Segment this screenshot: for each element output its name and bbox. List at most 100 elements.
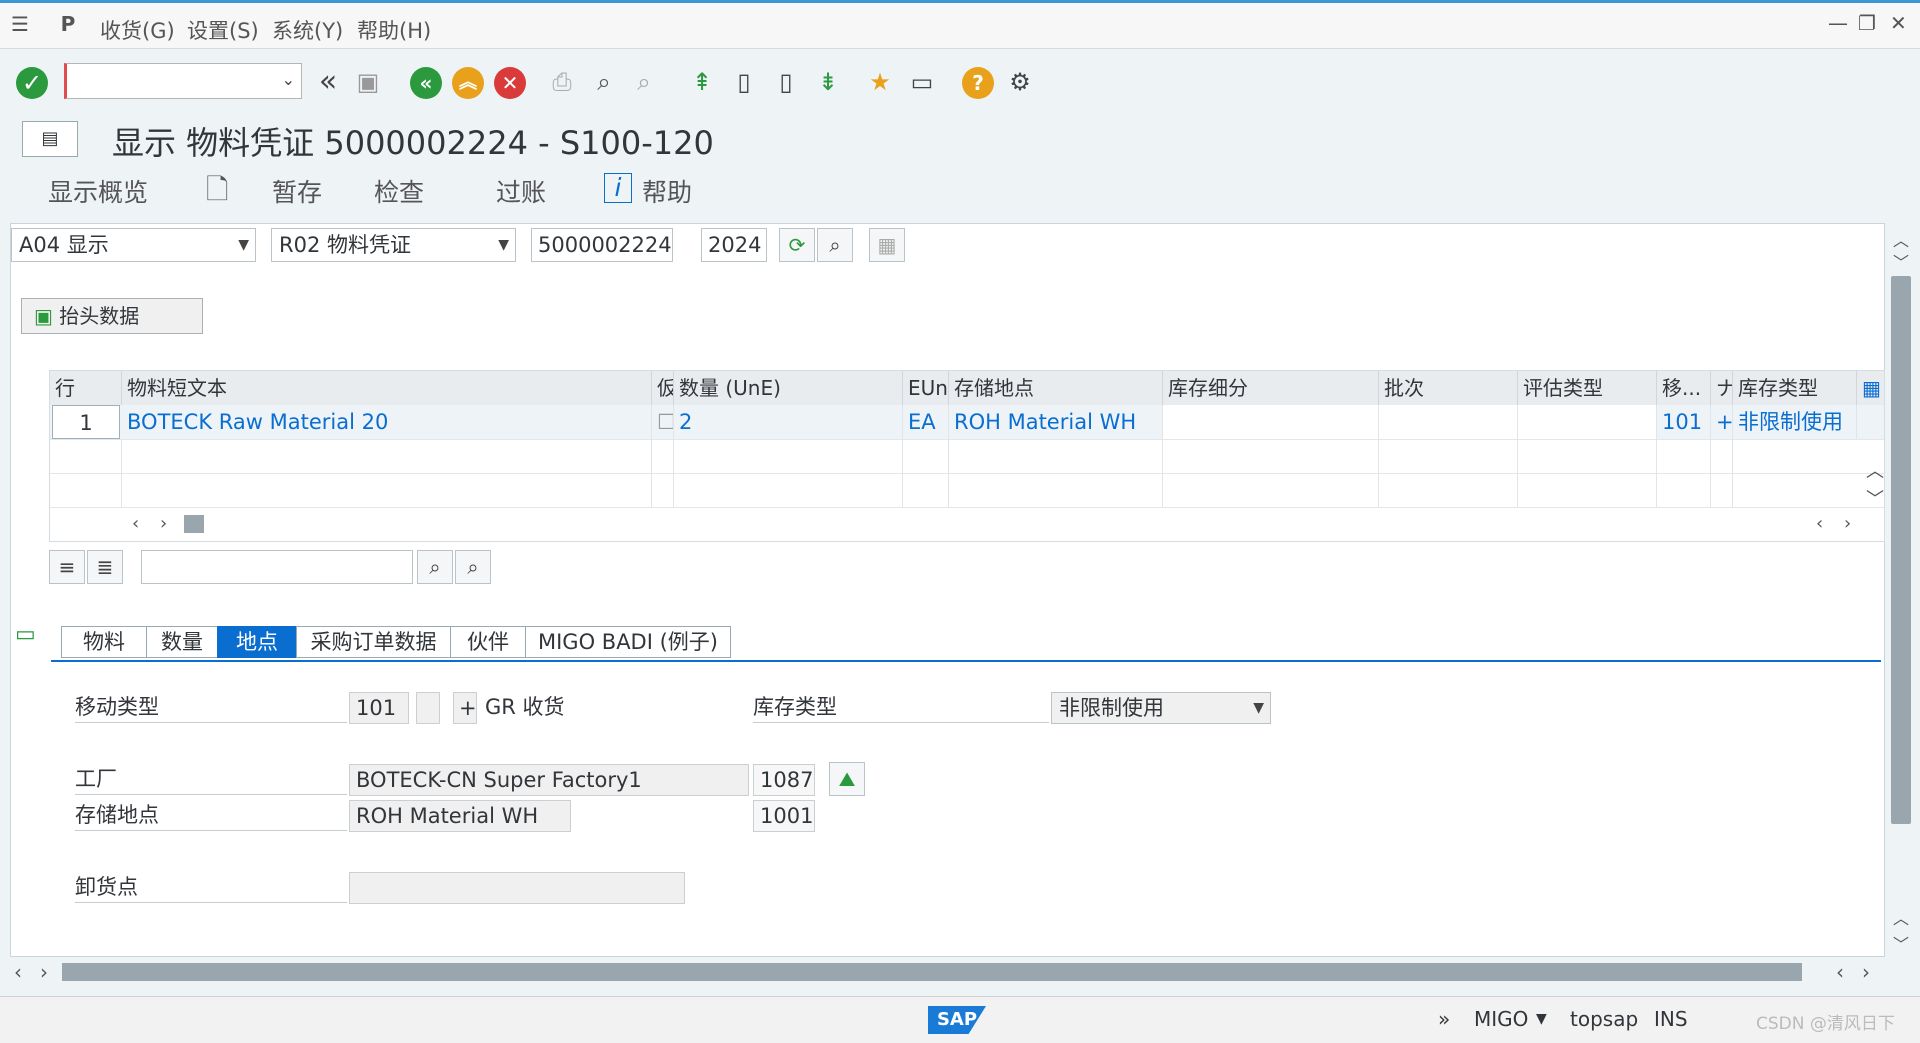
deselect-all-icon[interactable]: ≣ xyxy=(87,550,123,584)
find-next-icon[interactable]: ⌕ xyxy=(628,66,660,98)
row-checkbox[interactable]: ☐ xyxy=(652,405,674,439)
row-unit[interactable]: EA xyxy=(903,405,949,439)
tab-quantity[interactable]: 数量 xyxy=(146,626,218,658)
table-row[interactable] xyxy=(50,439,1884,474)
next-page-icon[interactable]: ▯ xyxy=(770,66,802,98)
column-header[interactable]: 评估类型 xyxy=(1518,371,1657,405)
sap-p-icon[interactable]: P xyxy=(56,13,80,35)
menu-icon[interactable]: ☰ xyxy=(8,13,32,35)
display-overview-button[interactable]: 显示概览 xyxy=(48,173,148,209)
scroll-down-icon[interactable]: ﹀ xyxy=(1893,931,1909,955)
scroll-left-icon[interactable]: ‹ xyxy=(1836,960,1844,984)
horizontal-scroll-thumb[interactable] xyxy=(62,963,1802,981)
tab-material[interactable]: 物料 xyxy=(61,626,147,658)
scroll-up-icon[interactable]: ︿ xyxy=(1866,457,1884,483)
column-header[interactable]: 物料短文本 xyxy=(122,371,652,405)
bookmark-icon[interactable]: ★ xyxy=(864,66,896,98)
close-window-icon[interactable]: ✕ xyxy=(1890,11,1907,35)
minimize-icon[interactable]: — xyxy=(1828,11,1848,35)
row-valuation-type[interactable] xyxy=(1518,405,1657,439)
column-header[interactable]: ナ xyxy=(1711,371,1733,405)
restore-icon[interactable]: ❐ xyxy=(1858,11,1876,35)
column-header[interactable]: 仮 xyxy=(652,371,674,405)
row-sign[interactable]: + xyxy=(1711,405,1733,439)
column-header[interactable]: 数量 (UnE) xyxy=(674,371,903,405)
row-batch[interactable] xyxy=(1379,405,1518,439)
scroll-left-icon[interactable]: ‹ xyxy=(132,513,139,534)
column-header[interactable]: 库存类型 xyxy=(1733,371,1857,405)
column-header[interactable]: 存储地点 xyxy=(949,371,1163,405)
year-input[interactable]: 2024 xyxy=(701,228,767,262)
table-row[interactable] xyxy=(50,473,1884,508)
tab-location[interactable]: 地点 xyxy=(217,626,297,658)
action-select[interactable]: A04 显示 ▼ xyxy=(11,228,256,262)
check-button[interactable]: 检查 xyxy=(374,173,424,209)
reference-select[interactable]: R02 物料凭证 ▼ xyxy=(271,228,516,262)
scroll-right-icon[interactable]: › xyxy=(40,960,48,984)
help-button[interactable]: 帮助 xyxy=(642,173,692,209)
insert-mode[interactable]: INS xyxy=(1654,1007,1688,1031)
scroll-left-icon[interactable]: ‹ xyxy=(1816,513,1823,534)
collapse-double-left-icon[interactable]: « xyxy=(312,66,344,98)
status-expand-icon[interactable]: » xyxy=(1438,1007,1450,1031)
last-page-icon[interactable]: ⇟ xyxy=(812,66,844,98)
scroll-right-icon[interactable]: › xyxy=(1844,513,1851,534)
menu-system[interactable]: 系统(Y) xyxy=(272,15,343,45)
tab-purchase-order-data[interactable]: 采购订单数据 xyxy=(296,626,451,658)
document-number-input[interactable]: 5000002224 xyxy=(531,228,673,262)
row-movement-type[interactable]: 101 xyxy=(1657,405,1711,439)
scroll-up-icon[interactable]: ︿ xyxy=(1893,905,1909,929)
post-button[interactable]: 过账 xyxy=(496,173,546,209)
horizontal-scrollbar[interactable]: ‹ › ‹ › xyxy=(10,958,1883,986)
table-row[interactable]: 1 BOTECK Raw Material 20 ☐ 2 EA ROH Mate… xyxy=(50,405,1884,440)
find-icon[interactable]: ⌕ xyxy=(588,66,620,98)
command-field[interactable]: ⌄ xyxy=(64,63,302,99)
first-page-icon[interactable]: ⇞ xyxy=(686,66,718,98)
column-header[interactable]: 行 xyxy=(50,371,122,405)
scroll-down-icon[interactable]: ﹀ xyxy=(1893,249,1909,273)
help-question-icon[interactable]: ? xyxy=(962,67,994,99)
save-icon[interactable]: ▣ xyxy=(352,66,384,98)
menu-goods-receipt[interactable]: 收货(G) xyxy=(100,15,175,45)
menu-toggle-icon[interactable]: ▤ xyxy=(22,121,78,157)
find-icon[interactable]: ⌕ xyxy=(417,550,453,584)
stock-type-select[interactable]: 非限制使用 ▼ xyxy=(1051,692,1271,724)
row-stock-segment[interactable] xyxy=(1163,405,1379,439)
column-header[interactable]: EUn xyxy=(903,371,949,405)
table-config-icon[interactable]: ▦ xyxy=(1857,371,1884,405)
menu-settings[interactable]: 设置(S) xyxy=(187,15,259,45)
back-icon[interactable]: « xyxy=(410,67,442,99)
transaction-code[interactable]: MIGO xyxy=(1474,1007,1528,1031)
chevron-down-icon[interactable]: ▼ xyxy=(1536,1011,1547,1027)
row-material-text[interactable]: BOTECK Raw Material 20 xyxy=(122,405,652,439)
row-storage-location[interactable]: ROH Material WH xyxy=(949,405,1163,439)
exit-icon[interactable]: ︽ xyxy=(452,67,484,99)
header-data-button[interactable]: ▣ 抬头数据 xyxy=(21,298,203,334)
find-next-icon[interactable]: ⌕ xyxy=(455,550,491,584)
scroll-right-icon[interactable]: › xyxy=(160,513,167,534)
scroll-left-icon[interactable]: ‹ xyxy=(14,960,22,984)
scroll-right-icon[interactable]: › xyxy=(1862,960,1870,984)
print-icon[interactable]: ⎙ xyxy=(546,66,578,98)
vertical-scroll-thumb[interactable] xyxy=(1891,276,1911,824)
row-stock-type[interactable]: 非限制使用 xyxy=(1733,405,1857,439)
column-header[interactable]: 批次 xyxy=(1379,371,1518,405)
chevron-down-icon[interactable]: ⌄ xyxy=(282,70,295,89)
hold-button[interactable]: 暂存 xyxy=(272,173,322,209)
scroll-up-icon[interactable]: ︿ xyxy=(1893,227,1909,251)
tab-partner[interactable]: 伙伴 xyxy=(450,626,526,658)
find-icon[interactable]: ⌕ xyxy=(817,228,853,262)
menu-help[interactable]: 帮助(H) xyxy=(357,15,431,45)
enter-check-icon[interactable]: ✓ xyxy=(16,67,48,99)
previous-page-icon[interactable]: ▯ xyxy=(728,66,760,98)
horizontal-scroll-thumb[interactable] xyxy=(184,515,204,533)
scroll-down-icon[interactable]: ﹀ xyxy=(1866,485,1884,511)
tab-migo-badi[interactable]: MIGO BADI (例子) xyxy=(525,626,731,658)
new-session-icon[interactable]: ▭ xyxy=(906,66,938,98)
info-icon[interactable]: i xyxy=(604,173,632,203)
table-search-input[interactable] xyxy=(141,550,413,584)
document-icon[interactable]: 🗋 xyxy=(206,169,229,217)
column-header[interactable]: 移... xyxy=(1657,371,1711,405)
plant-address-icon[interactable]: ⛰ xyxy=(829,762,865,796)
row-quantity[interactable]: 2 xyxy=(674,405,903,439)
